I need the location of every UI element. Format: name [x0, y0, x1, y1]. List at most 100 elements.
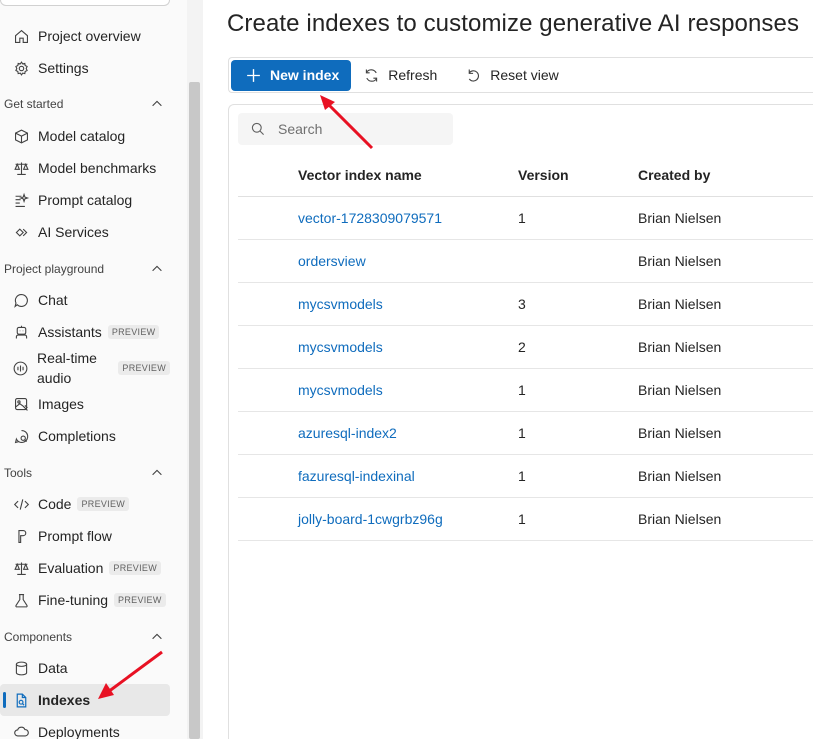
section-header-get-started[interactable]: Get started	[0, 91, 170, 117]
index-name-link[interactable]: ordersview	[298, 253, 366, 269]
prompt-icon	[12, 191, 30, 209]
version-cell: 1	[518, 425, 526, 441]
sidebar-item-model-benchmarks[interactable]: Model benchmarks	[0, 152, 170, 184]
image-icon	[12, 395, 30, 413]
sidebar-item-label: Fine-tuning	[38, 592, 109, 608]
created-by-cell: Brian Nielsen	[638, 296, 722, 312]
plus-icon	[247, 68, 260, 82]
created-by-cell: Brian Nielsen	[638, 253, 722, 269]
search-box[interactable]	[238, 113, 453, 145]
sidebar-item-label: Data	[38, 660, 68, 676]
reset-view-button[interactable]: Reset view	[465, 67, 559, 84]
sidebar-item-fine-tuning[interactable]: Fine-tuning PREVIEW	[0, 584, 170, 616]
completions-icon	[12, 427, 30, 445]
table-row[interactable]: vector-1728309079571 1 Brian Nielsen	[238, 197, 813, 240]
bot-icon	[12, 323, 30, 341]
sidebar-item-label: Deployments	[38, 724, 120, 739]
sidebar-scrollbar-thumb[interactable]	[189, 82, 200, 739]
sidebar-item-label: Indexes	[38, 692, 91, 708]
table-row[interactable]: fazuresql-indexinal 1 Brian Nielsen	[238, 455, 813, 498]
sidebar-item-project-overview[interactable]: Project overview	[0, 20, 170, 52]
preview-badge: PREVIEW	[114, 593, 166, 607]
sidebar-item-chat[interactable]: Chat	[0, 284, 170, 316]
index-name-link[interactable]: jolly-board-1cwgrbz96g	[298, 511, 443, 527]
index-name-link[interactable]: mycsvmodels	[298, 296, 383, 312]
scale-icon	[12, 559, 30, 577]
link-icon	[12, 223, 30, 241]
created-by-cell: Brian Nielsen	[638, 511, 722, 527]
toolbar: New index Refresh Reset view	[228, 57, 813, 93]
chevron-up-icon	[152, 265, 162, 272]
sidebar-item-model-catalog[interactable]: Model catalog	[0, 120, 170, 152]
sidebar-item-label: Code	[38, 496, 72, 512]
table-row[interactable]: ordersview Brian Nielsen	[238, 240, 813, 283]
sidebar-item-deployments[interactable]: Deployments	[0, 716, 170, 739]
index-icon	[12, 691, 30, 709]
sidebar-item-label: AI Services	[38, 224, 109, 240]
section-title: Get started	[4, 97, 64, 111]
table-row[interactable]: mycsvmodels 2 Brian Nielsen	[238, 326, 813, 369]
code-icon	[12, 495, 30, 513]
search-icon	[251, 122, 264, 135]
table-row[interactable]: azuresql-index2 1 Brian Nielsen	[238, 412, 813, 455]
flask-icon	[12, 591, 30, 609]
sidebar-item-evaluation[interactable]: Evaluation PREVIEW	[0, 552, 170, 584]
undo-icon	[468, 69, 480, 82]
sidebar-item-real-time-audio[interactable]: Real-time audio PREVIEW	[0, 346, 170, 390]
section-title: Project playground	[4, 262, 105, 276]
created-by-cell: Brian Nielsen	[638, 339, 722, 355]
sidebar-item-completions[interactable]: Completions	[0, 420, 170, 452]
preview-badge: PREVIEW	[107, 325, 160, 339]
column-header-created-by[interactable]: Created by	[638, 167, 710, 183]
index-name-link[interactable]: vector-1728309079571	[298, 210, 442, 226]
preview-badge: PREVIEW	[118, 361, 170, 375]
cloud-icon	[12, 723, 30, 739]
new-index-button[interactable]: New index	[231, 59, 352, 91]
index-name-link[interactable]: mycsvmodels	[298, 382, 383, 398]
chevron-up-icon	[152, 469, 162, 476]
audio-icon	[12, 359, 29, 377]
created-by-cell: Brian Nielsen	[638, 468, 722, 484]
sidebar-item-prompt-flow[interactable]: Prompt flow	[0, 520, 170, 552]
cube-icon	[12, 127, 30, 145]
gear-icon	[12, 59, 30, 77]
created-by-cell: Brian Nielsen	[638, 382, 722, 398]
sidebar-item-ai-services[interactable]: AI Services	[0, 216, 170, 248]
version-cell: 1	[518, 511, 526, 527]
sidebar-item-label: Model benchmarks	[38, 160, 157, 176]
version-cell: 1	[518, 468, 526, 484]
section-title: Tools	[4, 466, 33, 480]
column-header-name[interactable]: Vector index name	[298, 167, 422, 183]
index-name-link[interactable]: azuresql-index2	[298, 425, 397, 441]
sidebar-item-settings[interactable]: Settings	[0, 52, 170, 84]
sidebar-item-label: Chat	[38, 292, 68, 308]
flow-icon	[12, 527, 30, 545]
version-cell: 1	[518, 382, 526, 398]
version-cell: 1	[518, 210, 526, 226]
sidebar-item-data[interactable]: Data	[0, 652, 170, 684]
sidebar-item-images[interactable]: Images	[0, 388, 170, 420]
index-name-link[interactable]: mycsvmodels	[298, 339, 383, 355]
refresh-label: Refresh	[388, 67, 438, 83]
version-cell: 3	[518, 296, 526, 312]
table-row[interactable]: mycsvmodels 1 Brian Nielsen	[238, 369, 813, 412]
section-header-components[interactable]: Components	[0, 624, 170, 650]
index-name-link[interactable]: fazuresql-indexinal	[298, 468, 415, 484]
sidebar-item-indexes[interactable]: Indexes	[0, 684, 170, 716]
refresh-icon	[366, 68, 378, 82]
sidebar-item-label: Model catalog	[38, 128, 126, 144]
section-header-project-playground[interactable]: Project playground	[0, 256, 170, 282]
sidebar-item-prompt-catalog[interactable]: Prompt catalog	[0, 184, 170, 216]
sidebar-item-code[interactable]: Code PREVIEW	[0, 488, 170, 520]
sidebar-item-assistants[interactable]: Assistants PREVIEW	[0, 316, 170, 348]
sidebar-item-label: Settings	[38, 60, 89, 76]
refresh-button[interactable]: Refresh	[363, 67, 437, 84]
version-cell: 2	[518, 339, 526, 355]
table-row[interactable]: jolly-board-1cwgrbz96g 1 Brian Nielsen	[238, 498, 813, 541]
chevron-up-icon	[152, 633, 162, 640]
table-row[interactable]: mycsvmodels 3 Brian Nielsen	[238, 283, 813, 326]
page-title: Create indexes to customize generative A…	[227, 10, 800, 37]
column-header-version[interactable]: Version	[518, 167, 569, 183]
section-header-tools[interactable]: Tools	[0, 460, 170, 486]
search-input[interactable]	[278, 121, 438, 137]
